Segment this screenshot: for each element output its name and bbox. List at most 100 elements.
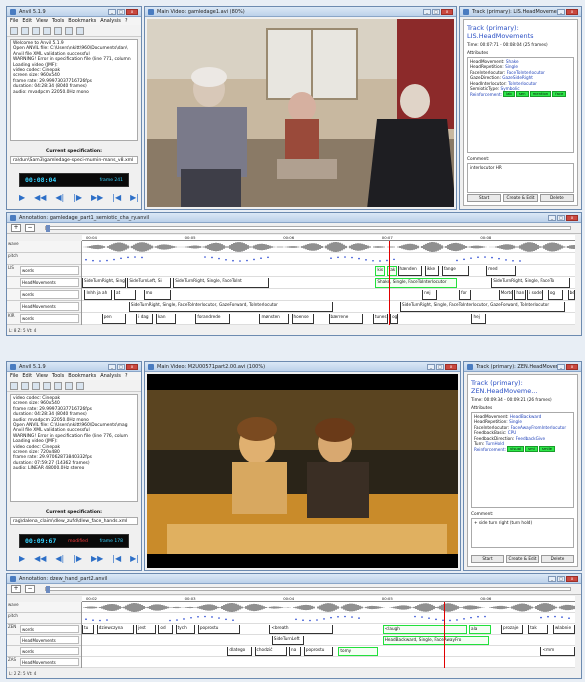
attributes-list[interactable]: HeadMovement: HeadBackward HeadRepetitio… <box>471 412 574 508</box>
menu-bookmarks[interactable]: Bookmarks <box>68 373 96 379</box>
annotation-element[interactable]: prozaje <box>501 625 524 634</box>
go-end-icon[interactable]: ▶| <box>130 194 139 202</box>
title-bar[interactable]: Annotation: dzew_hand_part2.anvil _ □ x <box>7 574 581 584</box>
annotation-element[interactable]: Inhh ja ah <box>84 290 112 300</box>
annotation-element[interactable]: Morten <box>498 290 514 300</box>
media-icon[interactable] <box>65 27 73 35</box>
reinforcement-chip[interactable]: visual <box>507 446 525 453</box>
annotation-element[interactable]: Shake, Single, FaceToInterlocutor <box>375 278 457 288</box>
annotation-element[interactable]: behæ <box>567 290 575 300</box>
tier-label[interactable]: pitch <box>7 253 81 265</box>
tier-lane[interactable] <box>82 253 575 265</box>
maximize-icon[interactable]: □ <box>117 8 125 15</box>
save-icon[interactable] <box>21 27 29 35</box>
minimize-icon[interactable]: _ <box>548 214 556 221</box>
title-bar[interactable]: Anvil 5.1.9 _ □ x <box>7 7 141 17</box>
tier-lanes[interactable]: tu dziewczyna jest od tych poprostu <breath <la… <box>82 602 575 668</box>
close-icon[interactable]: x <box>566 214 578 221</box>
annotation-element[interactable]: tunes <box>372 314 388 324</box>
title-bar[interactable]: Main Video: M2U00571part2.00.avi (100%) _… <box>145 362 460 372</box>
menu-view[interactable]: View <box>36 18 48 24</box>
step-forward-icon[interactable]: |▶ <box>73 555 82 563</box>
annotation-element[interactable]: dlatego <box>227 647 253 656</box>
tier-label[interactable]: ZEN words <box>7 624 81 635</box>
annotation-element[interactable]: wlabnie <box>552 625 575 634</box>
close-icon[interactable]: x <box>566 363 578 370</box>
start-button[interactable]: Start <box>467 194 502 202</box>
close-icon[interactable]: x <box>566 8 578 15</box>
annotation-element[interactable]: SideTurnRight, Single, FaceTo <box>491 278 571 288</box>
rewind-icon[interactable]: ◀◀ <box>34 194 46 202</box>
go-start-icon[interactable]: |◀ <box>112 194 121 202</box>
annotation-element[interactable]: fange <box>441 266 469 276</box>
annotation-element[interactable]: dziewczyna <box>96 625 134 634</box>
tier-lane[interactable] <box>82 241 575 253</box>
tier-label[interactable]: pitch <box>7 613 81 624</box>
create-edit-button[interactable]: Create & Edit <box>506 555 539 563</box>
menu-view[interactable]: View <box>36 373 48 379</box>
maximize-icon[interactable]: □ <box>557 575 565 582</box>
zoom-slider[interactable] <box>45 225 571 232</box>
menu-tools[interactable]: Tools <box>52 373 64 379</box>
annotation-element[interactable]: tomy <box>338 647 378 656</box>
annotation-element[interactable]: kis <box>375 266 386 276</box>
menu-analysis[interactable]: Analysis <box>100 18 121 24</box>
annotation-element[interactable]: chodzić <box>254 647 287 656</box>
annotation-element[interactable]: SideTurnRight, Single, FaceToInterlocuto… <box>128 302 334 312</box>
annotation-element[interactable]: <laugh <box>382 625 467 634</box>
reinforcement-chip[interactable]: smi <box>525 446 538 453</box>
annotation-element[interactable]: SideTurnRight, Single <box>82 278 127 288</box>
minimize-icon[interactable]: _ <box>548 575 556 582</box>
title-bar[interactable]: Track (primary): LIS.HeadMovements _ x <box>460 7 581 17</box>
remove-element-button[interactable]: − <box>25 585 35 593</box>
rewind-icon[interactable]: ◀◀ <box>34 555 46 563</box>
annotation-element[interactable]: hænden <box>397 266 423 276</box>
minimize-icon[interactable]: _ <box>557 8 565 15</box>
new-icon[interactable] <box>32 27 40 35</box>
annotation-element[interactable]: ikke <box>424 266 440 276</box>
maximize-icon[interactable]: □ <box>432 8 440 15</box>
step-back-icon[interactable]: ◀| <box>55 555 64 563</box>
save-icon[interactable] <box>21 382 29 390</box>
tier-lane[interactable] <box>82 657 575 668</box>
step-back-icon[interactable]: ◀| <box>55 194 64 202</box>
annotation-element[interactable]: bærrene <box>328 314 363 324</box>
tier-label[interactable]: ZAS HeadMovements <box>7 657 81 668</box>
bookmark-icon[interactable] <box>43 27 51 35</box>
annotation-element[interactable]: hoense <box>291 314 314 324</box>
go-end-icon[interactable]: ▶| <box>130 555 139 563</box>
minimize-icon[interactable]: _ <box>427 363 435 370</box>
start-button[interactable]: Start <box>471 555 504 563</box>
annotation-element[interactable]: mo <box>143 290 171 300</box>
close-icon[interactable]: x <box>566 575 578 582</box>
annotation-element[interactable]: SideTurnLeft, Si <box>127 278 171 288</box>
tier-lane[interactable] <box>82 635 575 646</box>
bookmark-icon[interactable] <box>43 382 51 390</box>
maximize-icon[interactable]: □ <box>557 214 565 221</box>
annotation-element[interactable]: poprostu <box>197 625 240 634</box>
delete-button[interactable]: Delete <box>541 555 574 563</box>
annotation-element[interactable]: tak <box>528 625 548 634</box>
annotation-element[interactable]: jest <box>136 625 156 634</box>
title-bar[interactable]: Main Video: gamledage1.avi (80%) _ □ x <box>145 7 456 17</box>
title-bar[interactable]: Track (primary): ZEN.HeadMovements_x <box>464 362 581 372</box>
annotation-element[interactable]: SideTurnRight, Single, FaceToInterlocuto… <box>399 302 566 312</box>
open-icon[interactable] <box>10 382 18 390</box>
search-icon[interactable] <box>54 382 62 390</box>
open-icon[interactable] <box>10 27 18 35</box>
title-bar[interactable]: Anvil 5.1.9 _ □ x <box>7 362 141 372</box>
go-start-icon[interactable]: |◀ <box>112 555 121 563</box>
annotation-element[interactable]: <breath <box>269 625 334 634</box>
fast-forward-icon[interactable]: ▶▶ <box>91 555 103 563</box>
search-icon[interactable] <box>54 27 62 35</box>
reinforcement-row[interactable]: Reinforcement: visual smi smile <box>474 446 571 453</box>
minimize-icon[interactable]: _ <box>108 8 116 15</box>
annotation-element[interactable]: i dag <box>136 314 154 324</box>
title-bar[interactable]: Annotation: gamledage_part1_semiotic_cha… <box>7 213 581 223</box>
create-edit-button[interactable]: Create & Edit <box>503 194 538 202</box>
comment-field[interactable]: interlocutor HR <box>467 163 574 193</box>
annotation-element[interactable]: for <box>459 290 472 300</box>
step-forward-icon[interactable]: |▶ <box>73 194 82 202</box>
menu-bookmarks[interactable]: Bookmarks <box>68 18 96 24</box>
menu-analysis[interactable]: Analysis <box>100 373 121 379</box>
